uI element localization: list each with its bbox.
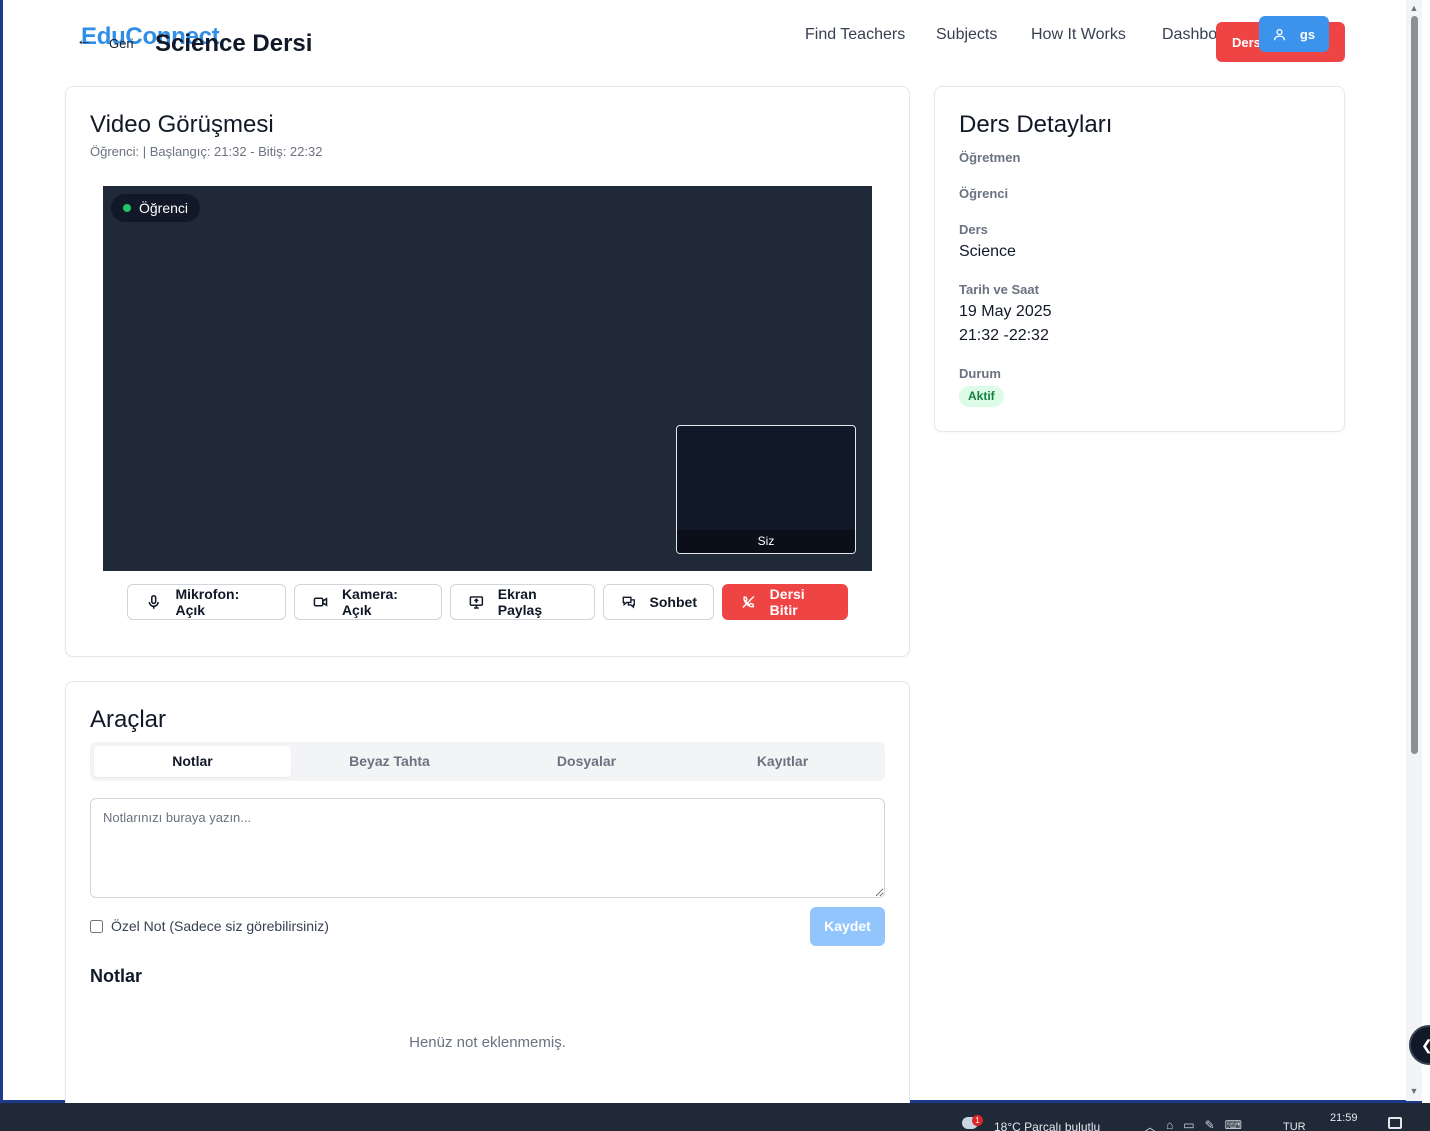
subject-value: Science <box>959 243 1016 260</box>
chat-label: Sohbet <box>649 594 697 610</box>
clock[interactable]: 21:59 <box>1330 1112 1358 1124</box>
tools-tabs: Notlar Beyaz Tahta Dosyalar Kayıtlar <box>90 742 885 781</box>
screen-share-button[interactable]: Ekran Paylaş <box>450 584 595 620</box>
save-note-button[interactable]: Kaydet <box>810 907 885 946</box>
tab-notes[interactable]: Notlar <box>94 746 291 777</box>
nav-link-how-it-works[interactable]: How It Works <box>1031 26 1126 44</box>
status-badge: Aktif <box>959 386 1004 407</box>
network-icon[interactable]: ⌂ <box>1166 1118 1173 1131</box>
nav-link-subjects[interactable]: Subjects <box>936 26 997 44</box>
tab-whiteboard[interactable]: Beyaz Tahta <box>291 746 488 777</box>
tools-card-title: Araçlar <box>90 706 167 733</box>
notes-list-heading: Notlar <box>90 966 143 986</box>
back-arrow-icon[interactable]: ← <box>76 32 92 50</box>
self-video[interactable]: Siz <box>676 425 856 554</box>
tray-chevron-icon[interactable]: ︿ <box>1144 1118 1156 1131</box>
camera-button[interactable]: Kamera: Açık <box>294 584 442 620</box>
nav-link-find-teachers[interactable]: Find Teachers <box>805 26 905 44</box>
camera-label: Kamera: Açık <box>341 586 398 618</box>
back-link[interactable]: Geri <box>109 36 134 51</box>
time-value: 21:32 -22:32 <box>959 327 1049 344</box>
remote-participant-label: Öğrenci <box>111 194 201 222</box>
system-tray: ︿ ⌂ ▭ ✎ ⌨ <box>1144 1118 1242 1131</box>
microphone-label: Mikrofon: Açık <box>175 586 240 618</box>
page-scrollbar[interactable]: ▲ ▼ <box>1406 0 1422 1101</box>
tab-recordings[interactable]: Kayıtlar <box>684 746 881 777</box>
weather-icon[interactable]: 1 <box>962 1115 983 1131</box>
chat-icon <box>622 596 635 609</box>
camera-icon <box>313 597 328 607</box>
datetime-label: Tarih ve Saat <box>959 282 1039 297</box>
pen-icon[interactable]: ✎ <box>1205 1118 1215 1131</box>
chevron-left-icon: ❮ <box>1421 1037 1430 1054</box>
date-value: 19 May 2025 <box>959 303 1052 320</box>
chat-button[interactable]: Sohbet <box>603 584 714 620</box>
subject-label: Ders <box>959 222 988 237</box>
language-indicator[interactable]: TUR <box>1283 1121 1306 1131</box>
page-title: Science Dersi <box>155 30 313 57</box>
notification-icon[interactable] <box>1388 1117 1402 1129</box>
window-border-left <box>0 0 3 1103</box>
battery-icon[interactable]: ▭ <box>1183 1118 1194 1131</box>
notes-input[interactable] <box>90 798 885 898</box>
end-lesson-button[interactable]: Dersi Bitir <box>722 584 848 620</box>
weather-alert-badge: 1 <box>972 1115 983 1126</box>
weather-text[interactable]: 18°C Parçalı bulutlu <box>994 1120 1100 1131</box>
teacher-label: Öğretmen <box>959 150 1021 165</box>
video-card-title: Video Görüşmesi <box>90 111 274 138</box>
remote-video: Öğrenci Siz <box>103 186 872 571</box>
taskbar: 1 18°C Parçalı bulutlu ︿ ⌂ ▭ ✎ ⌨ TUR 21:… <box>0 1103 1430 1131</box>
phone-off-icon <box>742 595 755 609</box>
screen-share-icon <box>469 596 484 609</box>
notes-empty-state: Henüz not eklenmemiş. <box>409 1034 566 1051</box>
user-initials: gs <box>1299 26 1316 42</box>
online-status-icon <box>123 204 131 212</box>
video-card-subtitle: Öğrenci: | Başlangıç: 21:32 - Bitiş: 22:… <box>90 144 323 159</box>
self-video-label: Siz <box>677 530 855 553</box>
microphone-icon <box>148 594 159 609</box>
private-note-option[interactable]: Özel Not (Sadece siz görebilirsiniz) <box>90 918 329 934</box>
end-lesson-top-label: Ders <box>1232 35 1261 50</box>
microphone-button[interactable]: Mikrofon: Açık <box>127 584 286 620</box>
keyboard-icon[interactable]: ⌨ <box>1225 1118 1242 1131</box>
private-note-checkbox[interactable] <box>90 919 103 933</box>
user-icon <box>1273 28 1285 40</box>
scroll-up-icon[interactable]: ▲ <box>1406 2 1422 14</box>
remote-participant-name: Öğrenci <box>139 200 189 216</box>
screen-share-label: Ekran Paylaş <box>497 586 543 618</box>
lesson-details-title: Ders Detayları <box>959 111 1113 138</box>
end-lesson-label: Dersi Bitir <box>769 586 805 618</box>
scrollbar-thumb[interactable] <box>1411 16 1418 754</box>
user-menu-button[interactable]: gs <box>1259 16 1329 52</box>
student-label: Öğrenci <box>959 186 1009 201</box>
tab-files[interactable]: Dosyalar <box>488 746 685 777</box>
private-note-label: Özel Not (Sadece siz görebilirsiniz) <box>111 918 329 934</box>
status-label: Durum <box>959 366 1001 381</box>
scroll-down-icon[interactable]: ▼ <box>1406 1085 1422 1097</box>
